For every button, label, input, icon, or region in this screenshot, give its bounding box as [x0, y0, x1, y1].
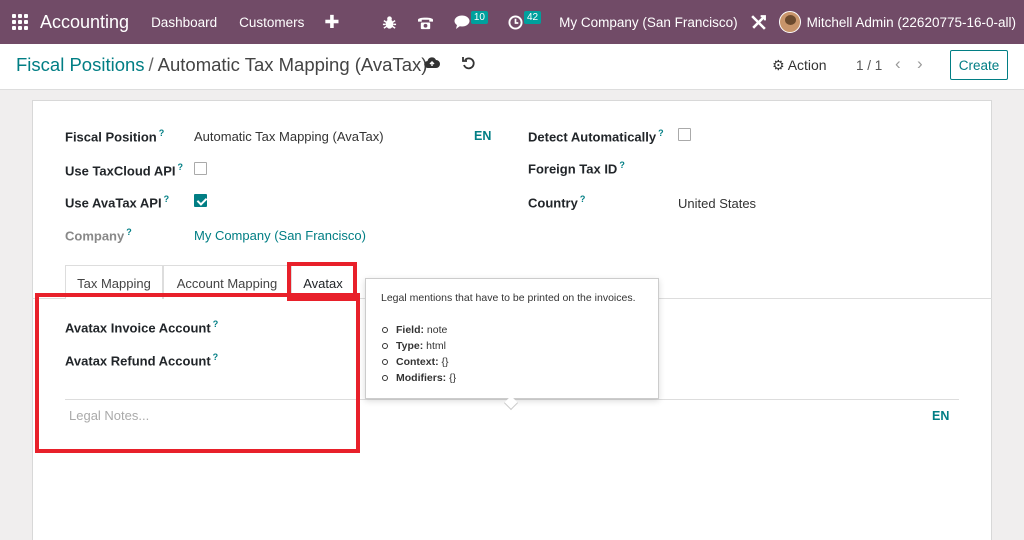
activity-clock-icon[interactable]: 42 [508, 10, 542, 30]
use-avatax-checkbox[interactable] [194, 194, 207, 207]
help-tooltip-icon[interactable]: ? [159, 128, 165, 138]
breadcrumb-current: Automatic Tax Mapping (AvaTax) [157, 54, 428, 75]
use-taxcloud-label: Use TaxCloud API? [65, 162, 184, 179]
use-avatax-label: Use AvaTax API? [65, 194, 170, 211]
pager-prev-icon[interactable]: ‹ [895, 54, 901, 74]
apps-menu-icon[interactable] [12, 14, 28, 30]
help-tooltip-icon[interactable]: ? [178, 162, 184, 172]
breadcrumb: Fiscal Positions / Automatic Tax Mapping (… [16, 54, 427, 76]
company-label: Company? [65, 227, 132, 244]
tooltip-item: Field: note [381, 324, 658, 336]
translate-lang-button[interactable]: EN [474, 129, 491, 143]
pager-next-icon[interactable]: › [917, 54, 923, 74]
discard-undo-icon[interactable] [462, 56, 476, 74]
country-field[interactable]: United States [678, 196, 756, 211]
company-field[interactable]: My Company (San Francisco) [194, 228, 366, 243]
plus-icon[interactable]: ✚ [324, 12, 339, 33]
top-navbar: Accounting Dashboard Customers ✚ 10 42 M… [0, 0, 1024, 44]
fiscal-position-label: Fiscal Position? [65, 128, 165, 145]
help-tooltip-icon[interactable]: ? [164, 194, 170, 204]
phone-icon[interactable] [417, 15, 434, 30]
tools-icon[interactable] [750, 14, 767, 31]
country-label: Country? [528, 194, 586, 211]
help-tooltip-icon[interactable]: ? [580, 194, 586, 204]
detect-automatically-label: Detect Automatically? [528, 128, 664, 145]
help-tooltip-icon[interactable]: ? [126, 227, 132, 237]
bug-icon[interactable] [382, 15, 397, 30]
pager-value[interactable]: 1 / 1 [856, 58, 882, 73]
action-label: Action [787, 57, 827, 73]
foreign-tax-id-label: Foreign Tax ID? [528, 160, 625, 177]
breadcrumb-fiscal-positions[interactable]: Fiscal Positions [16, 54, 145, 75]
fiscal-position-field[interactable]: Automatic Tax Mapping (AvaTax) [194, 129, 384, 144]
tooltip-help-text: Legal mentions that have to be printed o… [381, 292, 636, 304]
action-dropdown[interactable]: ⚙ Action [772, 57, 827, 74]
detect-automatically-checkbox[interactable] [678, 128, 691, 141]
user-avatar[interactable] [778, 11, 801, 33]
gear-icon: ⚙ [772, 57, 785, 73]
tooltip-item: Type: html [381, 340, 658, 352]
activity-count-badge: 42 [523, 10, 542, 24]
tooltip-details-list: Field: note Type: html Context: {} Modif… [381, 324, 658, 384]
menu-dashboard[interactable]: Dashboard [151, 15, 217, 30]
chat-count-badge: 10 [470, 10, 488, 24]
app-name[interactable]: Accounting [40, 12, 129, 33]
tooltip-item: Modifiers: {} [381, 372, 658, 384]
breadcrumb-separator: / [148, 54, 154, 75]
tooltip-item: Context: {} [381, 356, 658, 368]
user-menu[interactable]: Mitchell Admin (22620775-16-0-all) [807, 15, 1016, 30]
company-switcher[interactable]: My Company (San Francisco) [559, 15, 738, 30]
help-tooltip-icon[interactable]: ? [619, 160, 625, 170]
field-help-tooltip: Legal mentions that have to be printed o… [365, 278, 659, 399]
use-taxcloud-checkbox[interactable] [194, 162, 207, 175]
avatax-content-highlight [35, 293, 360, 453]
chat-icon[interactable]: 10 [454, 10, 488, 29]
navbar-systray: 10 42 My Company (San Francisco) Mitchel… [372, 0, 1016, 44]
help-tooltip-icon[interactable]: ? [658, 128, 664, 138]
control-panel: Fiscal Positions / Automatic Tax Mapping (… [0, 44, 1024, 90]
create-button[interactable]: Create [950, 50, 1008, 80]
save-cloud-icon[interactable] [424, 56, 440, 73]
notes-translate-lang-button[interactable]: EN [932, 409, 949, 423]
menu-customers[interactable]: Customers [239, 15, 304, 30]
